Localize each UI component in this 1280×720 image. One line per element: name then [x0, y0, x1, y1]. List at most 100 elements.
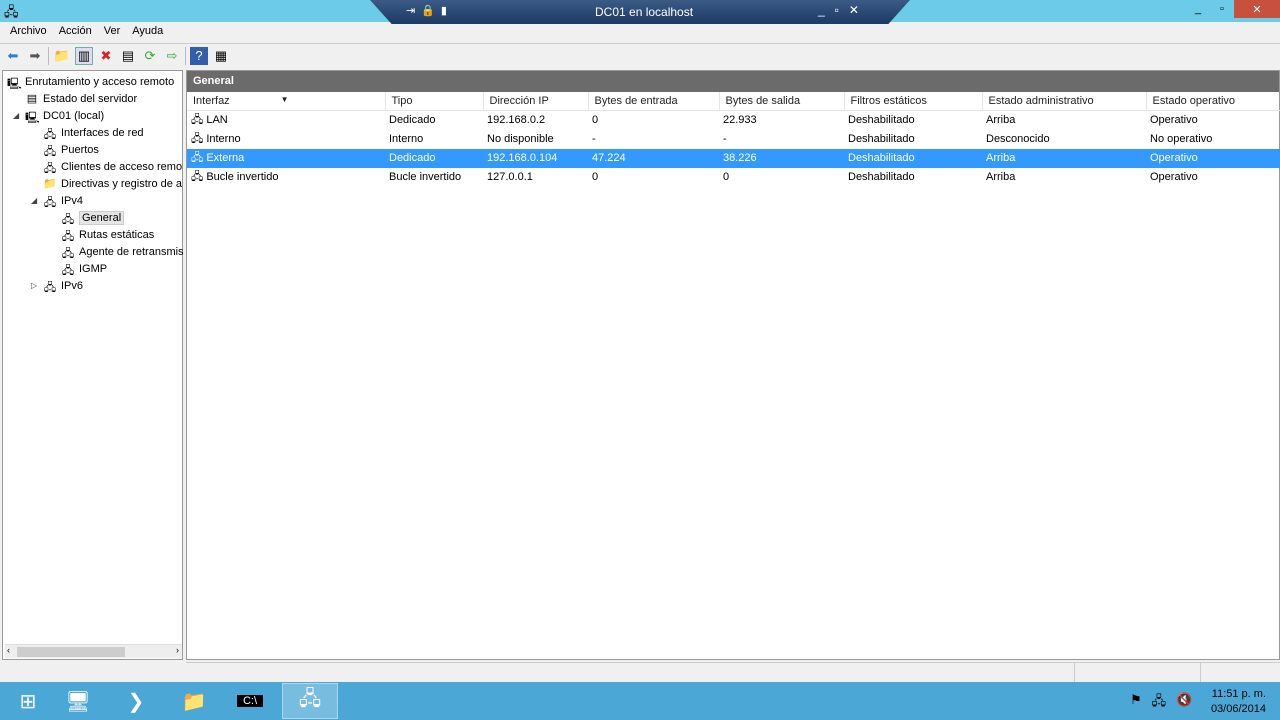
toolbar: ⬅ ➡ 📁 ▥ ✖ ▤ ⟳ ⇨ ? ▦	[0, 43, 1280, 67]
column-header-estado-admin[interactable]: Estado administrativo	[982, 92, 1147, 111]
cell-text: Interno	[389, 133, 424, 145]
scroll-left-icon[interactable]: ‹	[7, 645, 10, 655]
forward-icon[interactable]: ➡	[26, 47, 44, 65]
expand-arrow-icon[interactable]: ◢	[31, 196, 37, 205]
clock[interactable]: 11:51 p. m. 03/06/2014	[1211, 687, 1266, 717]
table-row[interactable]: 🖧 Interno Interno No disponible - - Deshabili…	[187, 130, 1280, 149]
start-button[interactable]: ⊞	[0, 683, 56, 719]
close-button[interactable]: ✕	[1234, 0, 1280, 18]
rdp-window-controls[interactable]: _▫✕	[818, 3, 869, 17]
clock-time: 11:51 p. m.	[1211, 688, 1266, 700]
remote-desktop-bar: ⇥🔒▮ DC01 en localhost _▫✕	[370, 0, 910, 24]
restore-button[interactable]: ▫	[1210, 0, 1234, 18]
scroll-right-icon[interactable]: ›	[176, 645, 179, 655]
cmd-icon[interactable]: C:\	[222, 683, 278, 719]
volume-muted-icon[interactable]: 🔇	[1176, 692, 1192, 714]
network-icon: 🖧	[43, 196, 57, 209]
action-pane-icon[interactable]: ▦	[212, 47, 230, 65]
cell-text: Deshabilitado	[848, 114, 915, 126]
tree-item-agente[interactable]: 🖧 Agente de retransmis	[61, 243, 184, 260]
cell-text: Arriba	[986, 114, 1016, 126]
rras-console-icon[interactable]: 🖧	[282, 683, 338, 719]
tree-item-puertos[interactable]: 🖧 Puertos	[43, 141, 99, 158]
column-header-estado-op[interactable]: Estado operativo	[1146, 92, 1280, 111]
cell-0: 🖧 Bucle invertido	[187, 168, 385, 187]
cell-text: Operativo	[1150, 171, 1198, 183]
properties-icon[interactable]: ▤	[119, 47, 137, 65]
tree-item-rutas[interactable]: 🖧 Rutas estáticas	[61, 226, 154, 243]
collapsed-arrow-icon[interactable]: ▷	[31, 281, 37, 290]
scroll-thumb[interactable]	[17, 647, 125, 657]
cell-text: 0	[592, 114, 599, 126]
tree-item-interfaces[interactable]: 🖧 Interfaces de red	[43, 124, 144, 141]
column-header-bytes-entrada[interactable]: Bytes de entrada	[588, 92, 720, 111]
cell-2: 192.168.0.2	[483, 110, 588, 130]
action-center-flag-icon[interactable]: ⚑	[1130, 692, 1142, 714]
menu-accion[interactable]: Acción	[53, 22, 98, 42]
cell-text: Deshabilitado	[848, 152, 915, 164]
cell-4: -	[719, 130, 844, 149]
cell-2: No disponible	[483, 130, 588, 149]
column-header-filtros[interactable]: Filtros estáticos	[844, 92, 983, 111]
cell-4: 38.226	[719, 148, 844, 168]
cell-3: 47.224	[588, 148, 719, 168]
tree-item-dc01[interactable]: ◢ 🖳 DC01 (local)	[13, 107, 104, 124]
expand-arrow-icon[interactable]: ◢	[13, 111, 19, 120]
tree-item-ipv6[interactable]: ▷ 🖧 IPv6	[31, 277, 83, 294]
refresh-icon[interactable]: ⟳	[141, 47, 159, 65]
server-icon: 🖳	[7, 77, 22, 90]
minimize-button[interactable]: _	[1186, 0, 1210, 18]
export-icon[interactable]: ⇨	[163, 47, 181, 65]
cell-text: 22.933	[723, 114, 757, 126]
menu-ayuda[interactable]: Ayuda	[126, 22, 169, 42]
cell-7: No operativo	[1146, 130, 1280, 149]
delete-icon[interactable]: ✖	[97, 47, 115, 65]
back-icon[interactable]: ⬅	[4, 47, 22, 65]
cell-0: 🖧 Externa	[187, 148, 385, 168]
tree-root[interactable]: 🖳 Enrutamiento y acceso remoto	[7, 73, 174, 90]
title-bar: 🖧 ⇥🔒▮ DC01 en localhost _▫✕ _ ▫ ✕	[0, 0, 1280, 24]
pin-lock-signal-icons[interactable]: ⇥🔒▮	[406, 4, 453, 17]
column-header-ip[interactable]: Dirección IP	[483, 92, 589, 111]
table-row[interactable]: 🖧 LAN Dedicado 192.168.0.2 0 22.933 Deshabili…	[187, 110, 1280, 130]
network-tray-icon[interactable]: 🖧	[1152, 692, 1167, 714]
up-folder-icon[interactable]: 📁	[53, 47, 71, 65]
tree-item-general[interactable]: 🖧 General	[61, 209, 125, 226]
tree-horizontal-scrollbar[interactable]: ‹ ›	[5, 644, 182, 658]
details-pane: General Interfaz ▼ Tipo Dirección IP Byte…	[186, 70, 1280, 660]
column-header-bytes-salida[interactable]: Bytes de salida	[719, 92, 845, 111]
system-tray: ⚑ 🖧 🔇	[1130, 692, 1192, 714]
tree-item-estado[interactable]: ▤ Estado del servidor	[25, 90, 137, 107]
tree-label: Rutas estáticas	[79, 228, 155, 241]
cell-6: Arriba	[982, 168, 1146, 187]
powershell-icon[interactable]: ❯	[108, 683, 164, 719]
menu-ver[interactable]: Ver	[98, 22, 127, 42]
table-row[interactable]: 🖧 Bucle invertido Bucle invertido 127.0.0.…	[187, 168, 1280, 187]
help-icon[interactable]: ?	[190, 46, 208, 65]
cell-text: 47.224	[592, 152, 626, 164]
column-header-tipo[interactable]: Tipo	[385, 92, 484, 111]
show-tree-icon[interactable]: ▥	[75, 46, 93, 65]
cell-text: Bucle invertido	[206, 170, 279, 183]
cell-text: No operativo	[1150, 133, 1213, 145]
table-row[interactable]: 🖧 Externa Dedicado 192.168.0.104 47.224 38.2…	[187, 148, 1280, 168]
server-manager-icon[interactable]: 🖥	[50, 683, 106, 719]
menu-archivo[interactable]: Archivo	[4, 22, 53, 42]
network-icon: 🖧	[43, 162, 57, 175]
network-icon: 🖧	[43, 145, 57, 158]
cell-text: Operativo	[1150, 152, 1198, 164]
tree-label: General	[79, 210, 125, 225]
server-local-icon: 🖳	[25, 111, 40, 124]
cell-text: -	[592, 133, 596, 145]
tree-label: IGMP	[79, 262, 108, 275]
tree-item-directivas[interactable]: 📁 Directivas y registro de a	[43, 175, 182, 192]
tree-item-clientes[interactable]: 🖧 Clientes de acceso remo	[43, 158, 182, 175]
column-header-interfaz[interactable]: Interfaz ▼	[187, 92, 386, 111]
cell-3: 0	[588, 110, 719, 130]
tree-item-ipv4[interactable]: ◢ 🖧 IPv4	[31, 192, 83, 209]
cell-text: Deshabilitado	[848, 133, 915, 145]
tree-item-igmp[interactable]: 🖧 IGMP	[61, 260, 107, 277]
interfaces-table: Interfaz ▼ Tipo Dirección IP Bytes de ent…	[187, 92, 1280, 187]
file-explorer-icon[interactable]: 📁	[166, 683, 222, 719]
cell-text: Deshabilitado	[848, 171, 915, 183]
